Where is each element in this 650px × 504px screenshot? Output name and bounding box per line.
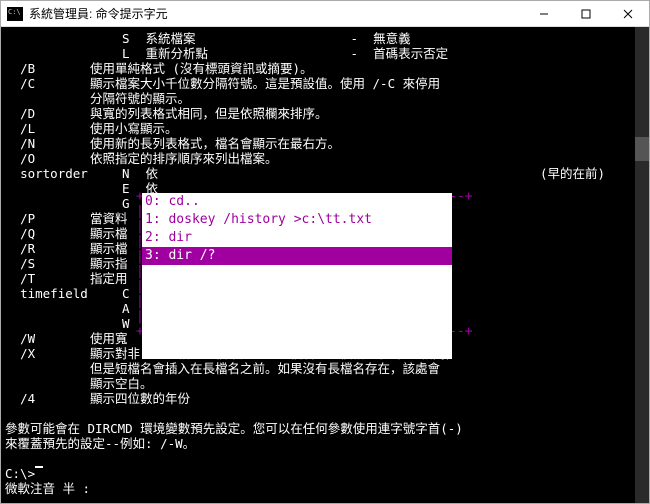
- text-n: 使用新的長列表格式，檔名會顯示在最右方。: [90, 136, 340, 151]
- terminal[interactable]: S 系統檔案- 無意義 L 重新分析點- 首碼表示否定 /B使用單純格式 (沒有…: [1, 27, 649, 503]
- switch-timefield: timefield: [20, 286, 88, 301]
- window: 系統管理員: 命令提示字元 S 系統檔案- 無意義 L 重新分析點- 首碼表示否…: [0, 0, 650, 504]
- cursor: [35, 466, 43, 468]
- switch-p: /P: [20, 211, 35, 226]
- history-item-0[interactable]: 0: cd..: [142, 193, 452, 211]
- text-s: 系統檔案: [146, 31, 196, 46]
- switch-b: /B: [20, 61, 35, 76]
- close-button[interactable]: [607, 1, 649, 26]
- switch-d: /D: [20, 106, 35, 121]
- switch-4: /4: [20, 391, 35, 406]
- text-l: 重新分析點: [146, 46, 209, 61]
- scrollbar[interactable]: [635, 27, 649, 503]
- footer-line-2: 來覆蓋預先的設定--例如: /-W。: [5, 436, 195, 451]
- scrollbar-thumb[interactable]: [635, 137, 649, 161]
- history-item-3[interactable]: 3: dir /?: [142, 247, 452, 265]
- minimize-button[interactable]: [523, 1, 565, 26]
- cmd-icon: [7, 7, 23, 21]
- switch-w: /W: [20, 331, 35, 346]
- switch-r: /R: [20, 241, 35, 256]
- prompt: C:\>: [5, 466, 35, 481]
- window-title: 系統管理員: 命令提示字元: [29, 5, 168, 22]
- history-item-1[interactable]: 1: doskey /history >c:\tt.txt: [142, 211, 452, 229]
- text-d: 與寬的列表格式相同，但是依照欄來排序。: [90, 106, 328, 121]
- ime-status: 微軟注音 半 :: [5, 481, 90, 496]
- opt-l: L: [122, 46, 138, 61]
- text-c: 顯示檔案大小千位數分隔符號。這是預設值。使用 /-C 來停用: [90, 76, 440, 91]
- footer-line-1: 參數可能會在 DIRCMD 環境變數預先設定。您可以在任何參數使用連字號字首(-…: [5, 421, 463, 436]
- text-4: 顯示四位數的年份: [90, 391, 190, 406]
- switch-q: /Q: [20, 226, 35, 241]
- switch-l2: /L: [20, 121, 35, 136]
- window-buttons: [523, 1, 649, 26]
- opt-s: S: [122, 31, 138, 46]
- switch-s2: /S: [20, 256, 35, 271]
- text-l2: 使用小寫顯示。: [90, 121, 178, 136]
- text-o: 依照指定的排序順序來列出檔案。: [90, 151, 278, 166]
- switch-c: /C: [20, 76, 35, 91]
- titlebar[interactable]: 系統管理員: 命令提示字元: [1, 1, 649, 27]
- text-b: 使用單純格式 (沒有標頭資訊或摘要)。: [90, 61, 313, 76]
- switch-x: /X: [20, 346, 35, 361]
- history-item-2[interactable]: 2: dir: [142, 229, 452, 247]
- switch-o: /O: [20, 151, 35, 166]
- switch-n: /N: [20, 136, 35, 151]
- history-popup[interactable]: 0: cd.. 1: doskey /history >c:\tt.txt 2:…: [142, 193, 452, 359]
- switch-sortorder: sortorder: [20, 166, 88, 181]
- maximize-button[interactable]: [565, 1, 607, 26]
- switch-t: /T: [20, 271, 35, 286]
